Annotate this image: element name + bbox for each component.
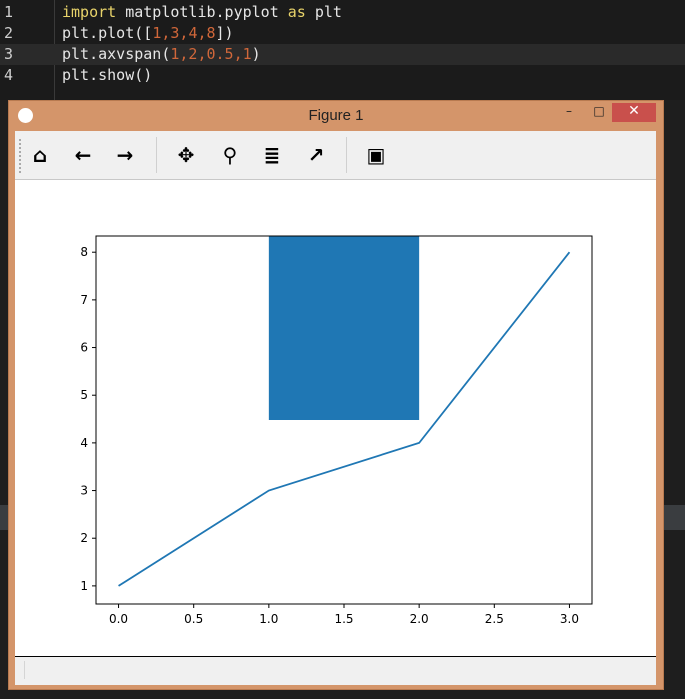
line-number: 3 (4, 45, 14, 63)
status-bar (15, 656, 656, 685)
zoom-icon[interactable]: ⚲ (218, 143, 242, 167)
code-text: plt.plot([1,3,4,8]) (62, 23, 234, 44)
maximize-button[interactable]: □ (589, 103, 609, 122)
axvspan-rect (268, 236, 420, 420)
panel-strip (0, 505, 8, 530)
panel-strip (664, 505, 685, 530)
chart: 0.0 0.5 1.0 1.5 2.0 2.5 3.0 1 2 3 4 5 6 7 8 (80, 235, 593, 626)
x-tick-label: 2.0 (410, 612, 429, 626)
code-editor[interactable]: 1 import matplotlib.pyplot as plt 2 plt.plo… (0, 0, 685, 100)
code-token: ]) (215, 24, 234, 42)
home-icon[interactable]: ⌂ (28, 143, 52, 167)
code-text: import matplotlib.pyplot as plt (62, 2, 342, 23)
code-token: 1,2,0.5,1 (170, 45, 252, 63)
y-tick-label: 2 (80, 531, 88, 545)
y-tick-label: 4 (80, 436, 88, 450)
forward-arrow-icon[interactable]: → (113, 143, 137, 167)
save-icon[interactable]: ▣ (364, 143, 388, 167)
line-number: 4 (4, 66, 14, 84)
code-token: 8 (206, 24, 216, 42)
toolbar-separator (346, 137, 347, 173)
code-token: matplotlib.pyplot (116, 3, 288, 21)
configure-subplots-icon[interactable]: ≣ (260, 143, 284, 167)
code-token: plt.show() (62, 66, 153, 84)
navigation-toolbar: ⌂ ← → ✥ ⚲ ≣ ↗ ▣ (15, 131, 656, 180)
y-tick-label: 1 (80, 579, 88, 593)
x-tick-label: 0.5 (184, 612, 203, 626)
x-tick-label: 2.5 (485, 612, 504, 626)
x-tick-label: 1.0 (259, 612, 278, 626)
code-line[interactable]: 2 plt.plot([1,3,4,8]) (0, 23, 685, 44)
code-token: plt.plot([ (62, 24, 153, 42)
figure-window: Figure 1 – □ ✕ ⌂ ← → ✥ ⚲ ≣ ↗ ▣ 0.0 0.5 1.0… (8, 100, 664, 690)
code-line[interactable]: 4 plt.show() (0, 65, 685, 86)
code-token: ) (251, 45, 261, 63)
code-text: plt.axvspan(1,2,0.5,1) (62, 44, 261, 65)
line-number: 1 (4, 3, 14, 21)
line-number: 2 (4, 24, 14, 42)
back-arrow-icon[interactable]: ← (71, 143, 95, 167)
x-tick-label: 3.0 (560, 612, 579, 626)
y-tick-label: 5 (80, 388, 88, 402)
code-token: import (62, 3, 117, 21)
toolbar-separator (156, 137, 157, 173)
x-tick-label: 0.0 (109, 612, 128, 626)
code-token: plt.axvspan( (62, 45, 171, 63)
figure-canvas[interactable]: 0.0 0.5 1.0 1.5 2.0 2.5 3.0 1 2 3 4 5 6 7 8 (15, 180, 656, 656)
edit-axes-icon[interactable]: ↗ (304, 143, 328, 167)
close-button[interactable]: ✕ (612, 103, 656, 122)
y-tick-label: 7 (80, 293, 88, 307)
y-tick-label: 6 (80, 341, 88, 355)
code-token: , (197, 24, 207, 42)
x-tick-label: 1.5 (334, 612, 353, 626)
code-line[interactable]: 3 plt.axvspan(1,2,0.5,1) (0, 44, 685, 65)
toolbar-grip[interactable] (19, 139, 23, 173)
title-bar[interactable]: Figure 1 – □ ✕ (9, 101, 663, 131)
y-tick-label: 8 (80, 245, 88, 259)
code-token: as (287, 3, 306, 21)
code-line[interactable]: 1 import matplotlib.pyplot as plt (0, 2, 685, 23)
code-token: 1 (152, 24, 162, 42)
y-tick-label: 3 (80, 484, 88, 498)
code-token: plt (305, 3, 342, 21)
code-text: plt.show() (62, 65, 152, 86)
pan-icon[interactable]: ✥ (174, 143, 198, 167)
minimize-button[interactable]: – (559, 103, 579, 122)
